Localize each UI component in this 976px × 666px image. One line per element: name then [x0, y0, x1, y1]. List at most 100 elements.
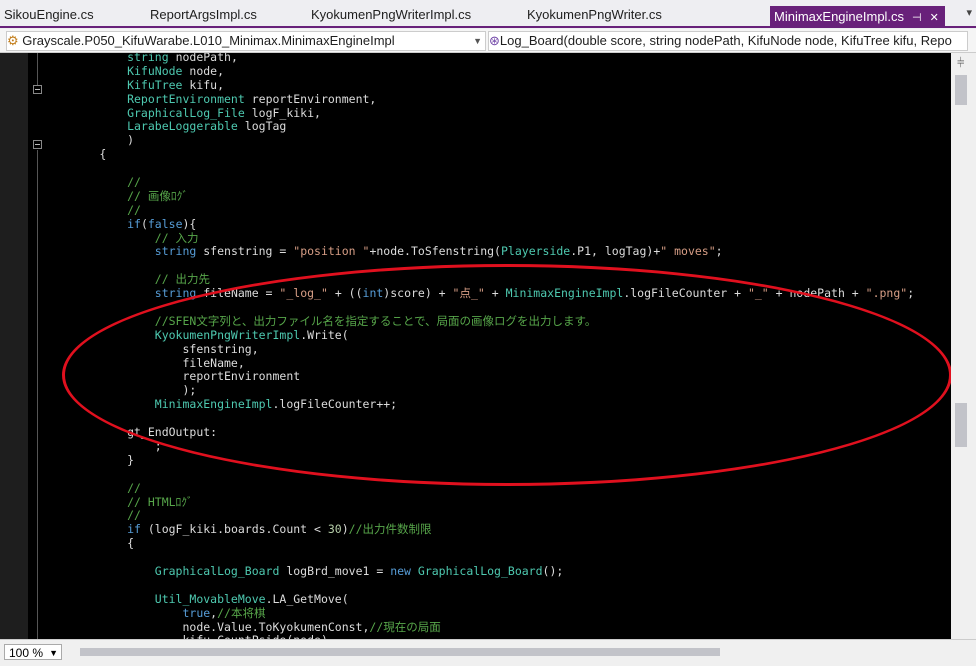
code-token: "_log_": [279, 286, 328, 301]
code-token: sfenstring =: [203, 244, 294, 259]
tab-sikouengine[interactable]: SikouEngine.cs: [4, 4, 94, 26]
horizontal-scrollbar[interactable]: [68, 644, 948, 660]
code-token: //本将棋: [217, 605, 266, 620]
code-token: "_": [747, 286, 769, 301]
code-line: //: [44, 175, 914, 190]
code-token: ): [341, 522, 349, 537]
code-token: KyokumenPngWriterImpl: [44, 327, 301, 342]
code-token: GraphicalLog_Board: [44, 563, 287, 578]
code-line: // 出力先: [44, 272, 914, 287]
pin-icon[interactable]: ⊣: [912, 7, 922, 29]
code-token: true: [44, 605, 211, 620]
tab-label: MinimaxEngineImpl.cs: [774, 9, 905, 24]
code-line: ReportEnvironment reportEnvironment,: [44, 91, 914, 107]
code-token: //: [44, 202, 141, 217]
code-token: if: [44, 216, 141, 231]
code-token: KifuTree: [44, 77, 190, 92]
split-view-icon[interactable]: ⫩: [957, 55, 964, 71]
class-icon: ⚙: [7, 33, 19, 48]
navigation-bar: ⚙ Grayscale.P050_KifuWarabe.L010_Minimax…: [0, 29, 976, 53]
tab-label: SikouEngine.cs: [4, 7, 94, 22]
tab-reportargsimpl[interactable]: ReportArgsImpl.cs: [150, 4, 257, 26]
code-line: MinimaxEngineImpl.logFileCounter++;: [44, 397, 914, 412]
code-text: string nodePath, KifuNode node, KifuTree…: [44, 53, 914, 639]
code-line: {: [44, 147, 914, 162]
code-token: ();: [542, 563, 564, 578]
code-token: " moves": [660, 244, 716, 259]
tab-label: KyokumenPngWriter.cs: [527, 7, 662, 22]
code-token: reportEnvironment: [44, 369, 301, 384]
type-dropdown[interactable]: ⚙ Grayscale.P050_KifuWarabe.L010_Minimax…: [6, 31, 486, 51]
code-line: GraphicalLog_Board logBrd_move1 = new Gr…: [44, 563, 914, 579]
code-token: string: [44, 244, 204, 259]
code-token: .P1, logTag)+: [570, 244, 661, 259]
zoom-dropdown[interactable]: 100 % ▼: [4, 644, 62, 660]
fold-line: [37, 53, 38, 85]
code-token: if: [44, 522, 148, 537]
code-token: sfenstring,: [44, 341, 259, 356]
scroll-thumb-highlight: [955, 403, 967, 447]
code-token: .Write(: [300, 327, 349, 342]
code-token: ;: [715, 244, 723, 259]
code-token: new: [390, 563, 418, 578]
tab-minimaxengineimpl[interactable]: MinimaxEngineImpl.cs ⊣ ✕: [770, 6, 945, 28]
code-token: int: [362, 286, 384, 301]
code-token: fileName,: [44, 355, 245, 370]
code-token: node,: [189, 63, 225, 78]
code-token: node.Value.ToKyokumenConst,: [44, 619, 370, 634]
code-token: ReportEnvironment: [44, 91, 252, 106]
scroll-thumb[interactable]: [955, 75, 967, 105]
chevron-down-icon: ▼: [473, 36, 482, 46]
fold-collapse-icon[interactable]: [33, 140, 42, 149]
horizontal-scroll-thumb[interactable]: [80, 648, 720, 656]
vertical-scrollbar[interactable]: ⫩: [951, 53, 976, 639]
editor-status-bar: 100 % ▼: [0, 639, 976, 666]
code-line: string sfenstring = "position "+node.ToS…: [44, 245, 914, 259]
code-token: // HTMLﾛｸﾞ: [44, 494, 193, 509]
tab-label: ReportArgsImpl.cs: [150, 7, 257, 22]
code-token: MinimaxEngineImpl: [505, 286, 624, 301]
code-token: //SFEN文字列と、出力ファイル名を指定することで、局面の画像ログを出力します…: [44, 313, 597, 328]
code-token: LarabeLoggerable: [44, 119, 245, 134]
code-line: gt_EndOutput:: [44, 425, 914, 440]
code-token: ): [44, 133, 135, 148]
code-token: Util_MovableMove: [44, 591, 266, 606]
tab-kyokumenpngwriterimpl[interactable]: KyokumenPngWriterImpl.cs: [311, 4, 471, 26]
code-token: reportEnvironment,: [251, 91, 377, 106]
code-token: ".png": [865, 286, 908, 301]
code-token: // 出力先: [44, 272, 211, 287]
code-token: gt_EndOutput:: [44, 425, 218, 440]
code-token: +node.ToSfenstring(: [369, 244, 501, 259]
code-token: .logFileCounter++;: [272, 397, 398, 412]
code-token: //: [44, 175, 141, 190]
code-line: //SFEN文字列と、出力ファイル名を指定することで、局面の画像ログを出力します…: [44, 313, 914, 329]
code-token: logBrd_move1 =: [286, 563, 391, 578]
code-line: //: [44, 202, 914, 218]
close-icon[interactable]: ✕: [930, 7, 939, 29]
member-dropdown[interactable]: ⊛Log_Board(double score, string nodePath…: [488, 31, 968, 51]
code-token: 30: [327, 522, 342, 537]
code-editor[interactable]: string nodePath, KifuNode node, KifuTree…: [0, 53, 951, 639]
code-token: fileName =: [203, 286, 280, 301]
type-dropdown-value: Grayscale.P050_KifuWarabe.L010_Minimax.M…: [22, 33, 395, 48]
code-token: ;: [44, 438, 162, 453]
code-line: //: [44, 508, 914, 523]
code-line: node.Value.ToKyokumenConst,//現在の局面: [44, 619, 914, 635]
fold-collapse-icon[interactable]: [33, 85, 42, 94]
code-line: LarabeLoggerable logTag: [44, 120, 914, 134]
code-token: // 入力: [44, 230, 199, 245]
code-token: //: [44, 480, 141, 495]
tab-kyokumenpngwriter[interactable]: KyokumenPngWriter.cs: [527, 4, 662, 26]
code-token: );: [44, 383, 197, 398]
code-token: .logFileCounter +: [623, 286, 748, 301]
code-line: ): [44, 133, 914, 148]
code-line: //: [44, 480, 914, 496]
code-line: // 入力: [44, 230, 914, 246]
member-dropdown-value: Log_Board(double score, string nodePath,…: [499, 33, 952, 48]
code-token: //出力件数制限: [348, 522, 432, 537]
tab-overflow-chevron-icon[interactable]: ▾: [966, 6, 972, 19]
